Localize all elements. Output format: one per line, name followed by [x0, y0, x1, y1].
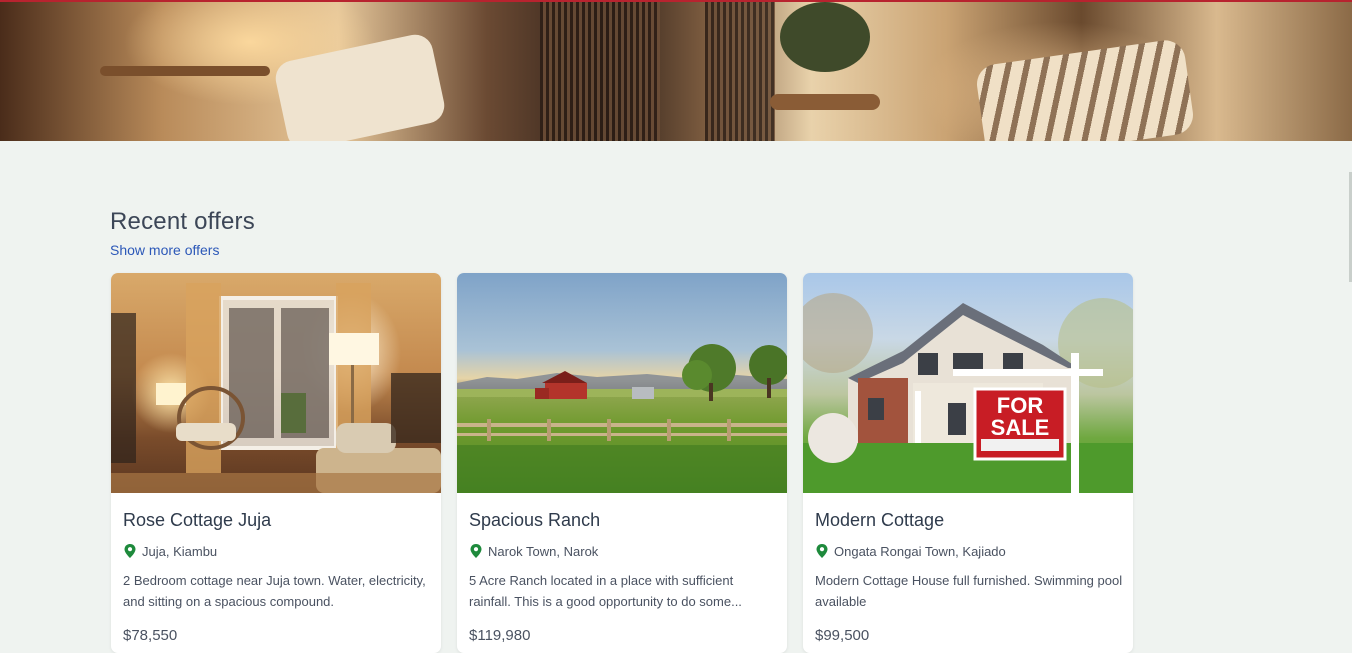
offer-image[interactable]: [457, 273, 787, 493]
offer-image[interactable]: FOR SALE: [803, 273, 1133, 493]
show-more-offers-link[interactable]: Show more offers: [110, 242, 219, 258]
offer-price: $78,550: [123, 627, 178, 644]
offer-location: Juja, Kiambu: [123, 543, 217, 559]
offer-title[interactable]: Spacious Ranch: [469, 510, 600, 531]
potted-plant: [780, 2, 870, 72]
offer-card[interactable]: FOR SALE Modern Cottage Ongata Rongai To…: [803, 273, 1133, 653]
offer-title[interactable]: Modern Cottage: [815, 510, 944, 531]
chair-cushion: [272, 31, 448, 141]
offer-image[interactable]: [111, 273, 441, 493]
offer-location-text: Juja, Kiambu: [142, 543, 218, 559]
location-pin-icon: [816, 544, 828, 558]
offer-description: Modern Cottage House full furnished. Swi…: [815, 573, 1123, 609]
offer-location: Narok Town, Narok: [469, 543, 598, 559]
hero-banner-image: [0, 0, 1352, 141]
section-title: Recent offers: [110, 208, 255, 235]
ranch-illustration: [457, 344, 787, 493]
plant-stool: [770, 94, 880, 110]
offer-price: $119,980: [469, 627, 531, 644]
offer-price: $99,500: [815, 627, 870, 644]
sign-text-sale: SALE: [991, 415, 1050, 440]
window-blinds: [705, 2, 775, 141]
offer-card[interactable]: Spacious Ranch Narok Town, Narok 5 Acre …: [457, 273, 787, 653]
living-room-illustration: [111, 283, 441, 493]
location-pin-icon: [124, 544, 136, 558]
offer-location-text: Ongata Rongai Town, Kajiado: [834, 543, 1006, 559]
offer-card[interactable]: Rose Cottage Juja Juja, Kiambu 2 Bedroom…: [111, 273, 441, 653]
offer-description: 5 Acre Ranch located in a place with suf…: [469, 573, 742, 609]
offer-location: Ongata Rongai Town, Kajiado: [815, 543, 1006, 559]
offer-title[interactable]: Rose Cottage Juja: [123, 510, 271, 531]
striped-cushion: [974, 37, 1196, 141]
window-blinds: [540, 2, 660, 141]
house-for-sale-illustration: FOR SALE: [803, 293, 1133, 493]
side-table: [100, 66, 270, 76]
location-pin-icon: [470, 544, 482, 558]
offer-description: 2 Bedroom cottage near Juja town. Water,…: [123, 573, 426, 609]
offer-location-text: Narok Town, Narok: [488, 543, 599, 559]
